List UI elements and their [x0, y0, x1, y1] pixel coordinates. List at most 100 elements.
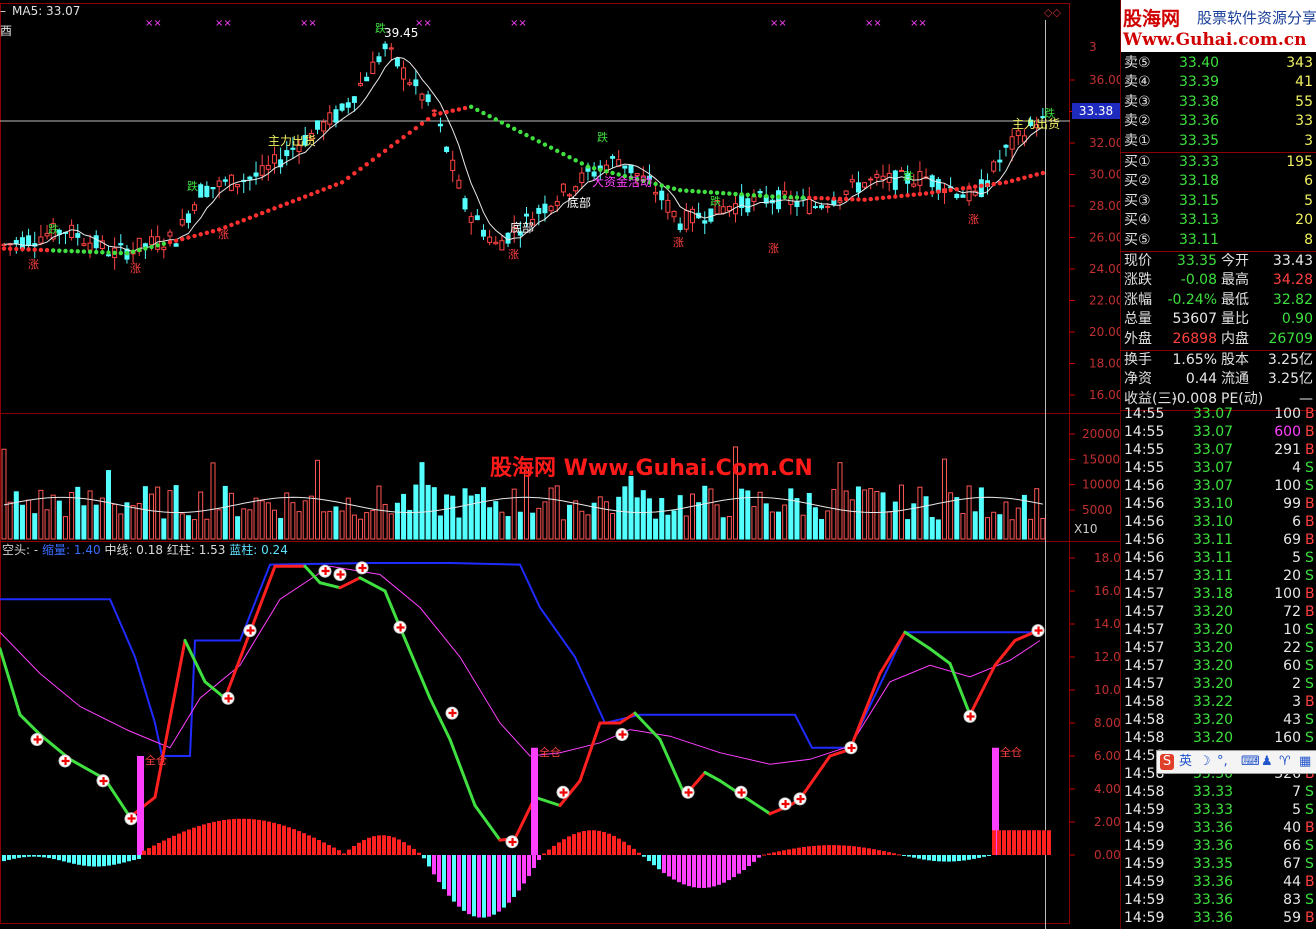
- main-line-segment: [473, 804, 502, 842]
- buy-row: 买③ 33.15 5: [1121, 192, 1316, 211]
- volume-bar: [185, 515, 191, 540]
- trend-dot: [868, 196, 873, 202]
- histogram-bar: [567, 836, 571, 855]
- trend-dot: [757, 193, 763, 198]
- grid-icon[interactable]: ▦: [1299, 751, 1311, 773]
- trend-dot: [155, 243, 160, 248]
- moon-icon[interactable]: ☽: [1199, 751, 1211, 773]
- candle-body: [192, 204, 198, 211]
- histogram-bar: [857, 846, 861, 855]
- volume-bar: [44, 509, 50, 540]
- volume-axis-label: 10000: [1082, 478, 1120, 492]
- tick-volume: 44: [1283, 874, 1301, 890]
- volume-bar: [769, 511, 775, 540]
- volume-bar: [26, 499, 32, 540]
- logo-line2: Www.Guhai.com.cn: [1123, 30, 1307, 50]
- histogram-bar: [817, 845, 821, 855]
- volume-bar: [696, 502, 702, 540]
- quote-row: 总量 53607 量比 0.90: [1121, 310, 1316, 329]
- histogram-bar: [822, 845, 826, 855]
- trend-dot: [50, 248, 56, 253]
- plus-glyph: ✚: [358, 562, 367, 575]
- candle-body: [388, 47, 394, 50]
- histogram-bar: [667, 855, 671, 877]
- histogram-bar: [487, 855, 491, 917]
- volume-bar: [278, 517, 284, 540]
- trend-dot: [186, 235, 191, 240]
- trend-dot: [794, 195, 800, 200]
- histogram-bar: [227, 819, 231, 855]
- tick-time: 14:59: [1124, 838, 1165, 854]
- volume-bar: [677, 495, 683, 540]
- histogram-bar: [202, 824, 206, 855]
- punct-icon[interactable]: °,: [1217, 751, 1228, 773]
- trend-dot: [764, 193, 769, 199]
- histogram-bar: [472, 855, 476, 917]
- tick-price: 33.36: [1193, 838, 1234, 854]
- histogram-bar: [592, 830, 596, 855]
- candle-body: [868, 178, 874, 181]
- volume-bar: [62, 516, 68, 540]
- tick-time: 14:57: [1124, 586, 1165, 602]
- histogram-bar: [747, 855, 751, 867]
- stat-value: 3.25亿: [1267, 352, 1313, 368]
- tick-row: 14:59 33.36 44 B: [1121, 873, 1316, 891]
- histogram-bar: [737, 855, 741, 874]
- plus-glyph: ✚: [448, 707, 457, 720]
- trend-dot: [352, 171, 357, 176]
- trend-dot: [856, 197, 861, 202]
- volume-bar: [671, 510, 677, 540]
- tick-price: 33.20: [1193, 640, 1234, 656]
- histogram-bar: [57, 855, 61, 861]
- tick-side: S: [1305, 640, 1314, 656]
- candle-body: [333, 109, 339, 123]
- candle-body: [345, 102, 351, 108]
- main-line-segment: [448, 738, 477, 807]
- keyboard-icon[interactable]: ⌨: [1241, 751, 1260, 773]
- histogram-bar: [557, 842, 561, 855]
- trend-dot: [192, 233, 197, 239]
- quote-label: 最高: [1221, 272, 1249, 289]
- shirt-icon[interactable]: ♈: [1279, 751, 1291, 773]
- stat-row: 换手 1.65% 股本 3.25亿: [1121, 351, 1316, 370]
- current-price-box: 33.38: [1072, 103, 1120, 119]
- volume-bar: [431, 487, 437, 540]
- tick-row: 14:57 33.20 10 S: [1121, 621, 1316, 639]
- trend-dot: [499, 120, 505, 125]
- histogram-bar: [72, 855, 76, 864]
- histogram-bar: [622, 841, 626, 855]
- histogram-bar: [292, 829, 296, 855]
- user-icon[interactable]: ♟: [1261, 751, 1273, 773]
- ime-toolbar[interactable]: S 英 ☽ °, ⌨ ♟ ♈ ▦: [1156, 750, 1316, 774]
- price-axis-label: 36.00: [1089, 73, 1120, 87]
- trend-dot: [923, 191, 929, 196]
- ime-logo-icon[interactable]: S: [1160, 754, 1174, 770]
- tick-row: 14:56 33.10 99 B: [1121, 495, 1316, 513]
- trend-dot: [1034, 172, 1039, 177]
- stat-value: 0.44: [1185, 371, 1217, 388]
- tick-time: 14:59: [1124, 874, 1165, 890]
- candle-body: [659, 190, 665, 201]
- trend-dot: [690, 188, 695, 194]
- candle-body: [431, 109, 437, 112]
- histogram-bar: [882, 851, 886, 855]
- trend-dot: [942, 188, 947, 194]
- trend-dot: [825, 196, 830, 201]
- trend-dot: [327, 184, 332, 190]
- histogram-bar: [357, 842, 361, 855]
- histogram-bar: [517, 855, 521, 891]
- tick-volume: 43: [1283, 712, 1301, 728]
- histogram-bar: [552, 845, 556, 855]
- signal-plus-icon: ✚: [318, 564, 332, 578]
- volume-bar: [819, 518, 825, 540]
- trend-dot: [807, 195, 812, 201]
- trend-dot: [284, 201, 289, 206]
- volume-bar: [370, 509, 376, 540]
- trend-dot: [948, 187, 953, 193]
- volume-bar: [351, 514, 357, 540]
- volume-bar: [548, 487, 554, 540]
- main-line-segment: [848, 672, 882, 751]
- volume-bar: [499, 511, 505, 540]
- histogram-bar: [872, 849, 876, 855]
- ime-lang[interactable]: 英: [1179, 751, 1192, 773]
